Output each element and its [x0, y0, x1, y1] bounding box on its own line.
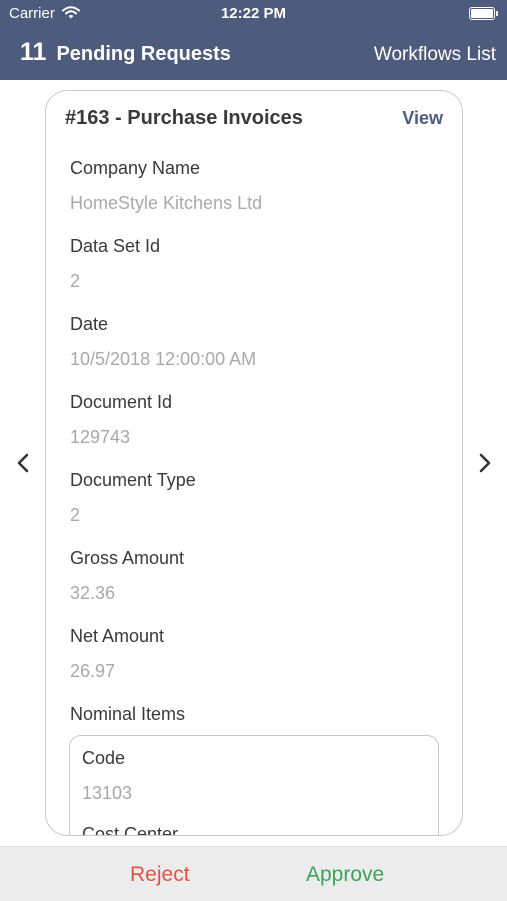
clock: 12:22 PM	[220, 5, 287, 22]
page-title: Pending Requests	[56, 43, 231, 65]
field-label: Document Type	[70, 470, 196, 490]
next-arrow-icon[interactable]	[475, 451, 495, 475]
pending-count: 11	[20, 38, 47, 66]
nominal-item-code: Code 13103	[82, 747, 132, 804]
field-label: Net Amount	[70, 626, 165, 646]
field-document-id: Document Id 129743	[70, 391, 440, 469]
field-value: 2	[70, 505, 81, 525]
field-value: HomeStyle Kitchens Ltd	[70, 193, 263, 213]
field-value: 26.97	[70, 661, 116, 681]
nominal-items-label: Nominal Items	[70, 704, 186, 724]
reject-button[interactable]: Reject	[130, 863, 190, 887]
field-gross-amount: Gross Amount 32.36	[70, 547, 440, 625]
workflows-list-button[interactable]: Workflows List	[374, 44, 496, 66]
field-value: 10/5/2018 12:00:00 AM	[70, 349, 257, 369]
field-company-name: Company Name HomeStyle Kitchens Ltd	[70, 157, 440, 235]
field-label: Date	[70, 314, 109, 334]
request-card: #163 - Purchase Invoices View Company Na…	[45, 90, 463, 836]
status-bar: Carrier 12:22 PM	[0, 0, 507, 28]
field-document-type: Document Type 2	[70, 469, 440, 547]
request-title: #163 - Purchase Invoices	[65, 107, 303, 129]
battery-icon	[469, 7, 498, 20]
field-label: Data Set Id	[70, 236, 161, 256]
field-label: Document Id	[70, 392, 173, 412]
request-fields: Company Name HomeStyle Kitchens Ltd Data…	[70, 157, 440, 725]
field-value: 129743	[70, 427, 131, 447]
nominal-item-cost-center: Cost Center	[82, 823, 179, 836]
nominal-items-box: Code 13103 Cost Center	[69, 735, 439, 836]
pending-requests-heading: 11 Pending Requests	[20, 38, 231, 67]
field-label: Company Name	[70, 158, 201, 178]
field-net-amount: Net Amount 26.97	[70, 625, 440, 703]
field-value: 13103	[82, 783, 133, 803]
navigation-header: Carrier 12:22 PM 11 Pending Requests Wor…	[0, 0, 507, 80]
action-bar: Reject Approve	[0, 846, 507, 901]
field-value: 2	[70, 271, 81, 291]
field-value: 32.36	[70, 583, 116, 603]
field-data-set-id: Data Set Id 2	[70, 235, 440, 313]
field-label: Gross Amount	[70, 548, 185, 568]
view-button[interactable]: View	[402, 108, 443, 129]
previous-arrow-icon[interactable]	[14, 451, 34, 475]
field-label: Cost Center	[82, 824, 179, 836]
approve-button[interactable]: Approve	[306, 863, 384, 887]
field-label: Code	[82, 748, 126, 768]
field-date: Date 10/5/2018 12:00:00 AM	[70, 313, 440, 391]
